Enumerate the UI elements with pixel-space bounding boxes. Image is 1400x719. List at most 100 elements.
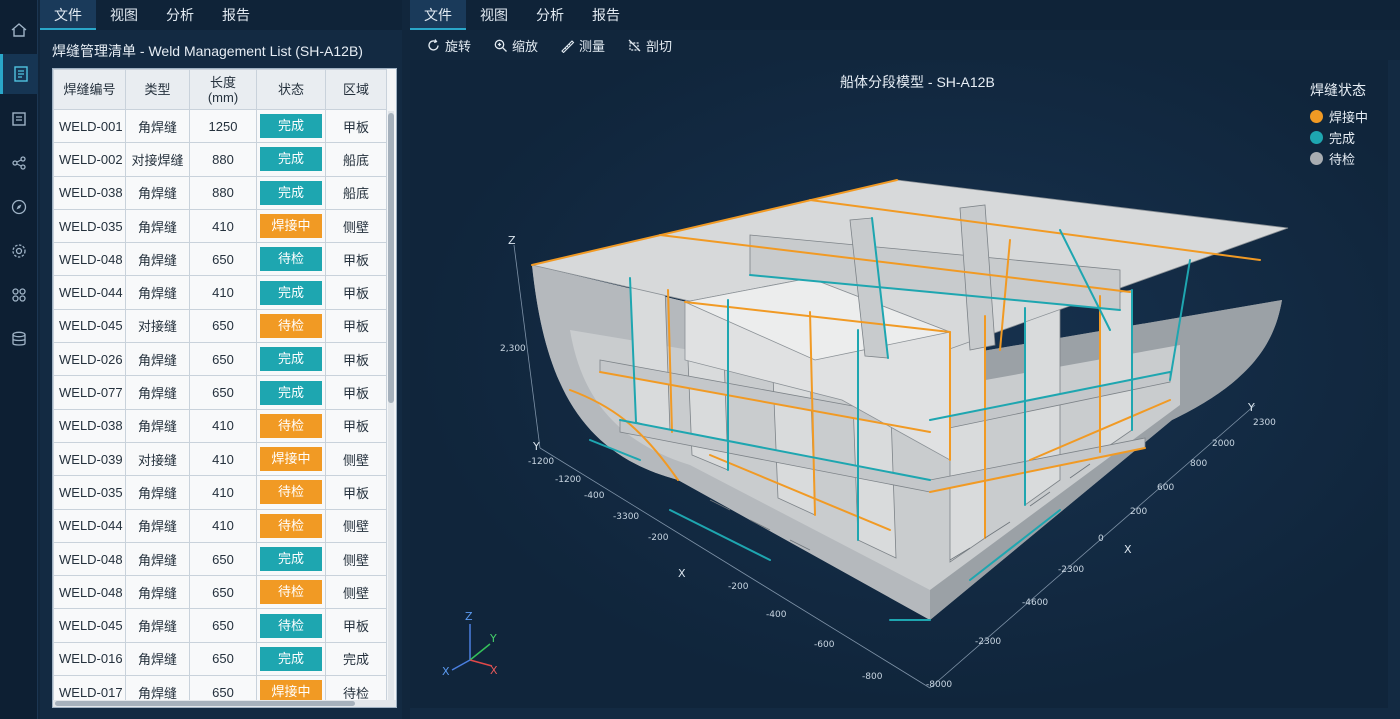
menu-report[interactable]: 报告 — [578, 0, 634, 30]
weld-id-cell: WELD-035 — [53, 475, 126, 510]
menu-analysis[interactable]: 分析 — [522, 0, 578, 30]
hull-block-model[interactable] — [531, 179, 1289, 621]
weld-zone-cell: 甲板 — [325, 475, 387, 510]
table-row[interactable]: WELD-045 角焊缝 650 待检 甲板 — [53, 608, 387, 643]
weld-zone-cell: 船底 — [325, 142, 387, 177]
table-row[interactable]: WELD-044 角焊缝 410 完成 甲板 — [53, 275, 387, 310]
status-badge[interactable]: 完成 — [260, 280, 322, 305]
rotate-label: 旋转 — [445, 38, 472, 54]
tick-label: 600 — [1157, 483, 1174, 493]
weld-zone-cell: 甲板 — [325, 242, 387, 277]
weld-status-cell: 待检 — [256, 508, 326, 543]
gear-icon[interactable] — [0, 231, 38, 271]
status-badge[interactable]: 完成 — [260, 180, 322, 205]
status-badge[interactable]: 待检 — [260, 247, 322, 272]
status-badge[interactable]: 待检 — [260, 313, 322, 338]
document-list-icon[interactable] — [0, 54, 38, 94]
status-badge[interactable]: 焊接中 — [260, 214, 322, 239]
status-badge[interactable]: 待检 — [260, 613, 322, 638]
status-badge[interactable]: 完成 — [260, 147, 322, 172]
network-icon[interactable] — [0, 143, 38, 183]
menu-view[interactable]: 视图 — [466, 0, 522, 30]
vertical-scrollbar[interactable] — [388, 111, 394, 701]
table-row[interactable]: WELD-038 角焊缝 410 待检 甲板 — [53, 408, 387, 443]
axis-label-y-left: Y — [532, 440, 540, 453]
weld-zone-cell: 甲板 — [325, 108, 387, 144]
weld-zone-cell: 侧壁 — [325, 208, 387, 244]
weld-status-cell: 焊接中 — [256, 441, 326, 477]
modules-icon[interactable] — [0, 275, 38, 315]
triad-y-label: Y — [489, 632, 497, 645]
weld-id-cell: WELD-038 — [53, 408, 126, 443]
status-badge[interactable]: 待检 — [260, 580, 322, 605]
tick-label: -4600 — [1022, 598, 1048, 608]
status-badge[interactable]: 焊接中 — [260, 447, 322, 472]
table-row[interactable]: WELD-048 角焊缝 650 完成 侧壁 — [53, 541, 387, 577]
weld-length-cell: 410 — [189, 208, 257, 244]
weld-type-cell: 角焊缝 — [125, 108, 190, 144]
column-header-type[interactable]: 类型 — [125, 69, 190, 110]
orientation-triad[interactable]: Z Y X X — [442, 610, 498, 678]
status-badge[interactable]: 完成 — [260, 380, 322, 405]
weld-zone-cell: 甲板 — [325, 608, 387, 643]
weld-length-cell: 650 — [189, 575, 257, 610]
table-row[interactable]: WELD-039 对接缝 410 焊接中 侧壁 — [53, 441, 387, 477]
table-row[interactable]: WELD-026 角焊缝 650 完成 甲板 — [53, 342, 387, 377]
table-row[interactable]: WELD-035 角焊缝 410 焊接中 侧壁 — [53, 208, 387, 244]
tick-label: 2000 — [1212, 439, 1235, 449]
database-icon[interactable] — [0, 319, 38, 359]
legend-label: 完成 — [1329, 131, 1356, 146]
rotate-button[interactable]: 旋转 — [420, 30, 477, 60]
menu-view[interactable]: 视图 — [96, 0, 152, 30]
left-menubar: 文件 视图 分析 报告 — [40, 0, 402, 30]
table-row[interactable]: WELD-001 角焊缝 1250 完成 甲板 — [53, 108, 387, 144]
column-header-length[interactable]: 长度 (mm) — [189, 69, 257, 110]
tick-label: -600 — [814, 640, 835, 650]
table-row[interactable]: WELD-035 角焊缝 410 待检 甲板 — [53, 475, 387, 510]
report-icon[interactable] — [0, 99, 38, 139]
weld-type-cell: 角焊缝 — [125, 408, 190, 443]
weld-table-container: 焊缝编号 类型 长度 (mm) 状态 区域 WELD-001 角焊缝 1250 完成甲… — [52, 68, 397, 708]
menu-file[interactable]: 文件 — [410, 0, 466, 30]
column-header-weld-id[interactable]: 焊缝编号 — [53, 69, 126, 110]
status-badge[interactable]: 完成 — [260, 114, 322, 139]
zoom-button[interactable]: 缩放 — [487, 30, 544, 60]
table-row[interactable]: WELD-002 对接焊缝 880 完成 船底 — [53, 142, 387, 177]
weld-length-cell: 650 — [189, 308, 257, 344]
menu-report[interactable]: 报告 — [208, 0, 264, 30]
table-row[interactable]: WELD-016 角焊缝 650 完成 完成 — [53, 641, 387, 677]
measure-button[interactable]: 测量 — [554, 30, 611, 60]
horizontal-scrollbar[interactable] — [53, 700, 396, 707]
table-row[interactable]: WELD-045 对接缝 650 待检 甲板 — [53, 308, 387, 344]
3d-viewport[interactable]: Z 2,300 Y X Y X -1200 -1200 -400 -3300 -… — [410, 60, 1388, 708]
compass-icon[interactable] — [0, 187, 38, 227]
table-row[interactable]: WELD-048 角焊缝 650 待检 甲板 — [53, 242, 387, 277]
weld-status-cell: 完成 — [256, 142, 326, 177]
menu-analysis[interactable]: 分析 — [152, 0, 208, 30]
section-button[interactable]: 剖切 — [621, 30, 678, 60]
menu-file[interactable]: 文件 — [40, 0, 96, 30]
table-body: WELD-001 角焊缝 1250 完成 甲板 WELD-002 对接焊缝 880 完成 船底 WE… — [53, 108, 387, 707]
status-badge[interactable]: 完成 — [260, 347, 322, 372]
status-badge[interactable]: 完成 — [260, 646, 322, 671]
z-tick: 2,300 — [500, 344, 526, 354]
column-header-status[interactable]: 状态 — [256, 69, 326, 110]
status-badge[interactable]: 完成 — [260, 547, 322, 571]
table-row[interactable]: WELD-044 角焊缝 410 待检 侧壁 — [53, 508, 387, 543]
tick-label: -400 — [766, 610, 787, 620]
table-row[interactable]: WELD-077 角焊缝 650 完成 甲板 — [53, 375, 387, 410]
weld-status-cell: 完成 — [256, 342, 326, 377]
scroll-thumb[interactable] — [388, 113, 394, 403]
home-icon[interactable] — [0, 10, 38, 50]
status-badge[interactable]: 待检 — [260, 480, 322, 505]
scroll-thumb[interactable] — [55, 701, 355, 706]
table-row[interactable]: WELD-038 角焊缝 880 完成 船底 — [53, 175, 387, 210]
hull-block-scene[interactable]: Z 2,300 Y X Y X -1200 -1200 -400 -3300 -… — [410, 60, 1388, 708]
weld-type-cell: 角焊缝 — [125, 208, 190, 244]
weld-table: 焊缝编号 类型 长度 (mm) 状态 区域 WELD-001 角焊缝 1250 完成甲… — [53, 69, 387, 707]
status-badge[interactable]: 待检 — [260, 413, 322, 438]
status-badge[interactable]: 待检 — [260, 513, 322, 538]
column-header-zone[interactable]: 区域 — [325, 69, 387, 110]
table-row[interactable]: WELD-048 角焊缝 650 待检 侧壁 — [53, 575, 387, 610]
weld-id-cell: WELD-077 — [53, 375, 126, 410]
